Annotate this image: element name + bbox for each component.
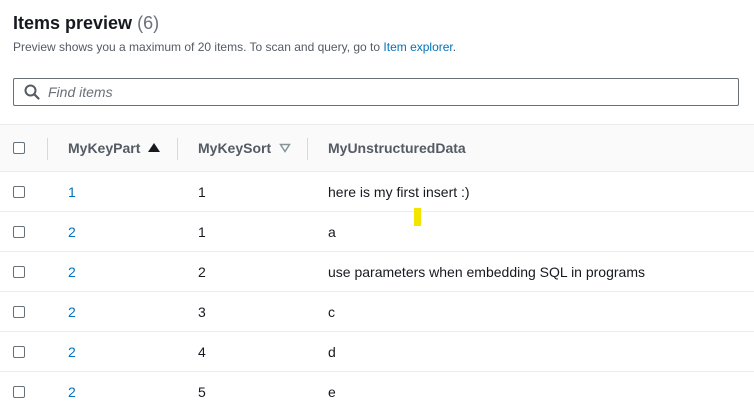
table-row: 1 1 here is my first insert :) [0,172,754,212]
select-all-cell [13,125,25,171]
row-checkbox[interactable] [13,185,25,198]
data-value: c [328,303,335,320]
search-icon [24,84,40,100]
table-row: 2 3 c [0,292,754,332]
mykeysort-value: 1 [198,183,206,200]
title-text: Items preview [13,13,133,33]
table-row: 2 5 e [0,372,754,411]
search-input[interactable] [48,80,738,104]
items-table: MyKeyPart MyKeySort MyUnstructuredData 1… [0,124,754,411]
cursor-highlight [414,208,421,226]
row-checkbox[interactable] [13,305,25,318]
mykeysort-value: 2 [198,263,206,280]
data-value: d [328,343,336,360]
column-label: MyKeyPart [68,140,141,156]
data-value: here is my first insert :) [328,183,470,200]
row-select-cell [13,292,25,331]
mykeysort-value: 3 [198,303,206,320]
row-select-cell [13,332,25,371]
mykeypart-link[interactable]: 2 [68,292,76,331]
page-title: Items preview (6) [13,10,744,36]
select-all-checkbox[interactable] [13,142,25,154]
table-row: 2 2 use parameters when embedding SQL in… [0,252,754,292]
mykeysort-value: 5 [198,383,206,400]
row-checkbox[interactable] [13,385,25,398]
mykeypart-link[interactable]: 2 [68,252,76,291]
mykeypart-link[interactable]: 2 [68,332,76,371]
items-preview-panel: Items preview (6) Preview shows you a ma… [0,0,754,411]
data-value: e [328,383,336,400]
row-checkbox[interactable] [13,265,25,278]
column-header-mykeypart[interactable]: MyKeyPart [68,125,161,171]
column-header-myunstructureddata[interactable]: MyUnstructuredData [328,125,466,171]
header: Items preview (6) Preview shows you a ma… [13,10,744,55]
row-select-cell [13,212,25,251]
sort-ascending-icon[interactable] [148,143,161,153]
row-checkbox[interactable] [13,345,25,358]
row-checkbox[interactable] [13,225,25,238]
data-value: use parameters when embedding SQL in pro… [328,263,645,280]
item-explorer-link[interactable]: Item explorer [383,40,452,54]
column-divider[interactable] [307,138,308,160]
mykeypart-link[interactable]: 1 [68,172,76,211]
item-count: (6) [137,13,160,33]
mykeypart-link[interactable]: 2 [68,212,76,251]
subtitle-end: . [452,40,457,54]
subtitle-text: Preview shows you a maximum of 20 items.… [13,40,384,54]
column-label: MyKeySort [198,140,272,156]
mykeysort-value: 4 [198,343,206,360]
column-divider[interactable] [177,138,178,160]
column-divider[interactable] [47,138,48,160]
mykeypart-link[interactable]: 2 [68,372,76,411]
sort-descending-outline-icon[interactable] [279,143,292,153]
table-row: 2 4 d [0,332,754,372]
column-header-mykeysort[interactable]: MyKeySort [198,125,292,171]
row-select-cell [13,252,25,291]
table-row: 2 1 a [0,212,754,252]
find-items-search[interactable] [13,78,739,106]
data-value: a [328,223,336,240]
row-select-cell [13,172,25,211]
row-select-cell [13,372,25,411]
subtitle: Preview shows you a maximum of 20 items.… [13,39,744,55]
column-label: MyUnstructuredData [328,140,466,156]
mykeysort-value: 1 [198,223,206,240]
table-header: MyKeyPart MyKeySort MyUnstructuredData [0,124,754,172]
